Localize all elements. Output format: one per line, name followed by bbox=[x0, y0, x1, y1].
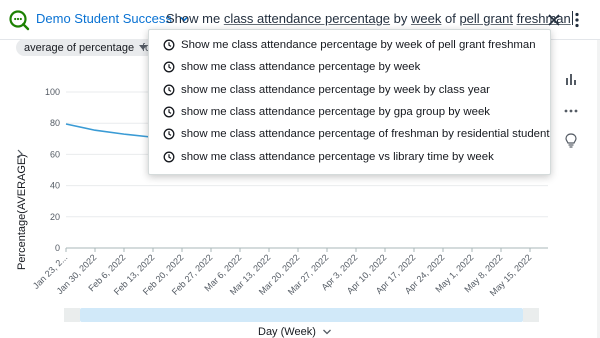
metric-label: average of percentage bbox=[24, 41, 135, 54]
suggestion-item[interactable]: show me class attendance percentage vs l… bbox=[149, 145, 550, 167]
ellipsis-icon bbox=[564, 109, 578, 113]
visual-type-button[interactable] bbox=[558, 66, 584, 92]
lightbulb-icon bbox=[565, 133, 577, 148]
q-logo-icon bbox=[9, 10, 30, 31]
x-axis-ticks: Jan 23, 2...Jan 30, 2022Feb 6, 2022Feb 1… bbox=[31, 248, 533, 298]
query-token-highlighted[interactable]: week bbox=[411, 11, 441, 26]
suggestion-text: show me class attendance percentage of f… bbox=[181, 128, 550, 141]
query-token-highlighted[interactable]: pell grant bbox=[459, 11, 512, 26]
y-tick-label: 20 bbox=[50, 212, 60, 222]
query-token-highlighted[interactable]: class attendance percentage bbox=[224, 11, 390, 26]
suggestion-text: Show me class attendance percentage by w… bbox=[181, 39, 536, 52]
more-options-icon[interactable] bbox=[572, 11, 582, 29]
bar-chart-icon bbox=[566, 74, 576, 85]
x-axis-title-dropdown[interactable]: Day (Week) bbox=[258, 326, 332, 338]
y-tick-label: 60 bbox=[50, 149, 60, 159]
y-axis-ticks: 0 20 40 60 80 100 bbox=[45, 87, 60, 253]
query-token: of bbox=[441, 11, 460, 26]
suggestions-dropdown: Show me class attendance percentage by w… bbox=[148, 29, 551, 175]
clock-icon bbox=[163, 106, 175, 118]
series-line bbox=[65, 123, 154, 139]
suggestion-text: show me class attendance percentage by g… bbox=[181, 106, 491, 119]
insights-button[interactable] bbox=[558, 128, 584, 154]
visual-side-panel bbox=[558, 62, 584, 158]
dataset-name: Demo Student Success bbox=[36, 11, 172, 26]
suggestion-text: show me class attendance percentage vs l… bbox=[181, 150, 494, 163]
query-token-highlighted[interactable]: freshman bbox=[517, 11, 571, 26]
suggestion-item[interactable]: show me class attendance percentage by g… bbox=[149, 101, 550, 123]
suggestion-item[interactable]: show me class attendance percentage of f… bbox=[149, 123, 550, 145]
scrollbar-left-handle[interactable] bbox=[64, 308, 80, 322]
suggestion-text: show me class attendance percentage by w… bbox=[181, 83, 490, 96]
clock-icon bbox=[163, 61, 175, 73]
query-token: by bbox=[390, 11, 412, 26]
y-tick-label: 40 bbox=[50, 181, 60, 191]
clock-icon bbox=[163, 39, 175, 51]
chart-range-scrollbar[interactable] bbox=[80, 308, 523, 322]
x-axis-title: Day (Week) bbox=[258, 326, 316, 338]
search-query-input[interactable]: Show me class attendance percentage by w… bbox=[166, 11, 573, 26]
suggestion-item[interactable]: Show me class attendance percentage by w… bbox=[149, 34, 550, 56]
suggestion-text: show me class attendance percentage by w… bbox=[181, 61, 421, 74]
query-token: Show me bbox=[166, 11, 224, 26]
chevron-down-icon bbox=[322, 329, 331, 335]
y-tick-label: 80 bbox=[50, 118, 60, 128]
scrollbar-right-handle[interactable] bbox=[523, 308, 539, 322]
suggestion-item[interactable]: show me class attendance percentage by w… bbox=[149, 56, 550, 78]
y-axis-title: Percentage(AVERAGE) bbox=[16, 154, 28, 270]
more-actions-button[interactable] bbox=[558, 98, 584, 124]
suggestion-item[interactable]: show me class attendance percentage by w… bbox=[149, 79, 550, 101]
y-tick-label: 100 bbox=[45, 87, 60, 97]
series-path bbox=[65, 123, 154, 139]
close-icon[interactable] bbox=[546, 12, 562, 28]
clock-icon bbox=[163, 128, 175, 140]
metric-dropdown[interactable]: average of percentage bbox=[16, 39, 156, 56]
clock-icon bbox=[163, 151, 175, 163]
y-tick-label: 0 bbox=[55, 243, 60, 253]
clock-icon bbox=[163, 84, 175, 96]
